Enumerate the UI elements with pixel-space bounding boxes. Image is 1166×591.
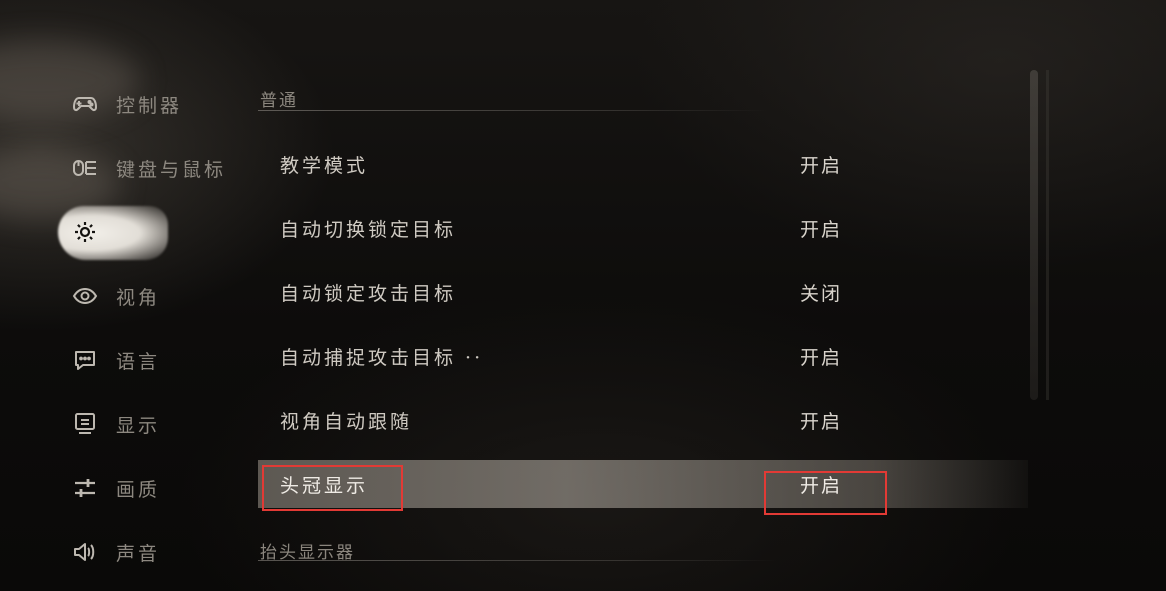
section-divider — [258, 560, 778, 561]
sidebar-item-label: 语言 — [116, 350, 161, 373]
gear-icon — [70, 217, 100, 247]
setting-row-camera-auto-follow[interactable]: 视角自动跟随 开启 — [258, 388, 1028, 452]
setting-row-auto-capture-target[interactable]: 自动捕捉攻击目标 ·· 开启 — [258, 324, 1028, 388]
sidebar-item-label: 画质 — [116, 478, 161, 501]
setting-value[interactable]: 开启 — [800, 471, 842, 498]
setting-value[interactable]: 开启 — [800, 343, 842, 370]
setting-label: 视角自动跟随 — [280, 410, 413, 433]
sidebar-item-label: 视角 — [116, 286, 161, 309]
setting-label: 自动捕捉攻击目标 ·· — [280, 346, 484, 369]
setting-row-auto-lock-target[interactable]: 自动锁定攻击目标 关闭 — [258, 260, 1028, 324]
setting-label: 自动切换锁定目标 — [280, 218, 457, 241]
setting-value[interactable]: 开启 — [800, 215, 842, 242]
sidebar-item-game[interactable] — [58, 200, 250, 264]
sidebar-item-label: 显示 — [116, 414, 161, 437]
setting-value[interactable]: 开启 — [800, 151, 842, 178]
setting-value[interactable]: 开启 — [800, 407, 842, 434]
sidebar-item-graphics[interactable]: 画质 — [70, 456, 250, 520]
settings-list: 教学模式 开启 自动切换锁定目标 开启 自动锁定攻击目标 关闭 自动捕捉攻击目标… — [258, 132, 1028, 516]
sidebar-item-label: 控制器 — [116, 94, 183, 117]
sliders-icon — [70, 473, 100, 503]
section-divider — [258, 110, 768, 111]
setting-row-tutorial-mode[interactable]: 教学模式 开启 — [258, 132, 1028, 196]
chat-icon — [70, 345, 100, 375]
sidebar-item-language[interactable]: 语言 — [70, 328, 250, 392]
sidebar-item-controller[interactable]: 控制器 — [70, 72, 250, 136]
gamepad-icon — [70, 89, 100, 119]
sidebar-item-display[interactable]: 显示 — [70, 392, 250, 456]
setting-row-auto-switch-lock[interactable]: 自动切换锁定目标 开启 — [258, 196, 1028, 260]
scrollbar-edge — [1046, 70, 1049, 400]
eye-icon — [70, 281, 100, 311]
sidebar-item-keyboard-mouse[interactable]: 键盘与鼠标 — [70, 136, 250, 200]
speaker-icon — [70, 537, 100, 567]
setting-value[interactable]: 关闭 — [800, 279, 842, 306]
sidebar-item-label: 键盘与鼠标 — [116, 158, 227, 181]
settings-screen: 控制器 键盘与鼠标 视角 语言 显示 画质 声音 普通 教学模式 开启 自动切换… — [0, 0, 1166, 591]
keyboard-mouse-icon — [70, 153, 100, 183]
settings-sidebar: 控制器 键盘与鼠标 视角 语言 显示 画质 声音 — [58, 72, 250, 584]
section-header-general: 普通 — [260, 91, 298, 111]
setting-label: 自动锁定攻击目标 — [280, 282, 457, 305]
setting-label: 教学模式 — [280, 154, 369, 177]
scrollbar-track[interactable] — [1030, 70, 1038, 400]
sidebar-item-camera[interactable]: 视角 — [70, 264, 250, 328]
sidebar-item-sound[interactable]: 声音 — [70, 520, 250, 584]
setting-row-headgear-display[interactable]: 头冠显示 开启 — [258, 460, 1028, 508]
sidebar-item-label: 声音 — [116, 542, 161, 565]
setting-label: 头冠显示 — [280, 474, 369, 497]
monitor-icon — [70, 409, 100, 439]
